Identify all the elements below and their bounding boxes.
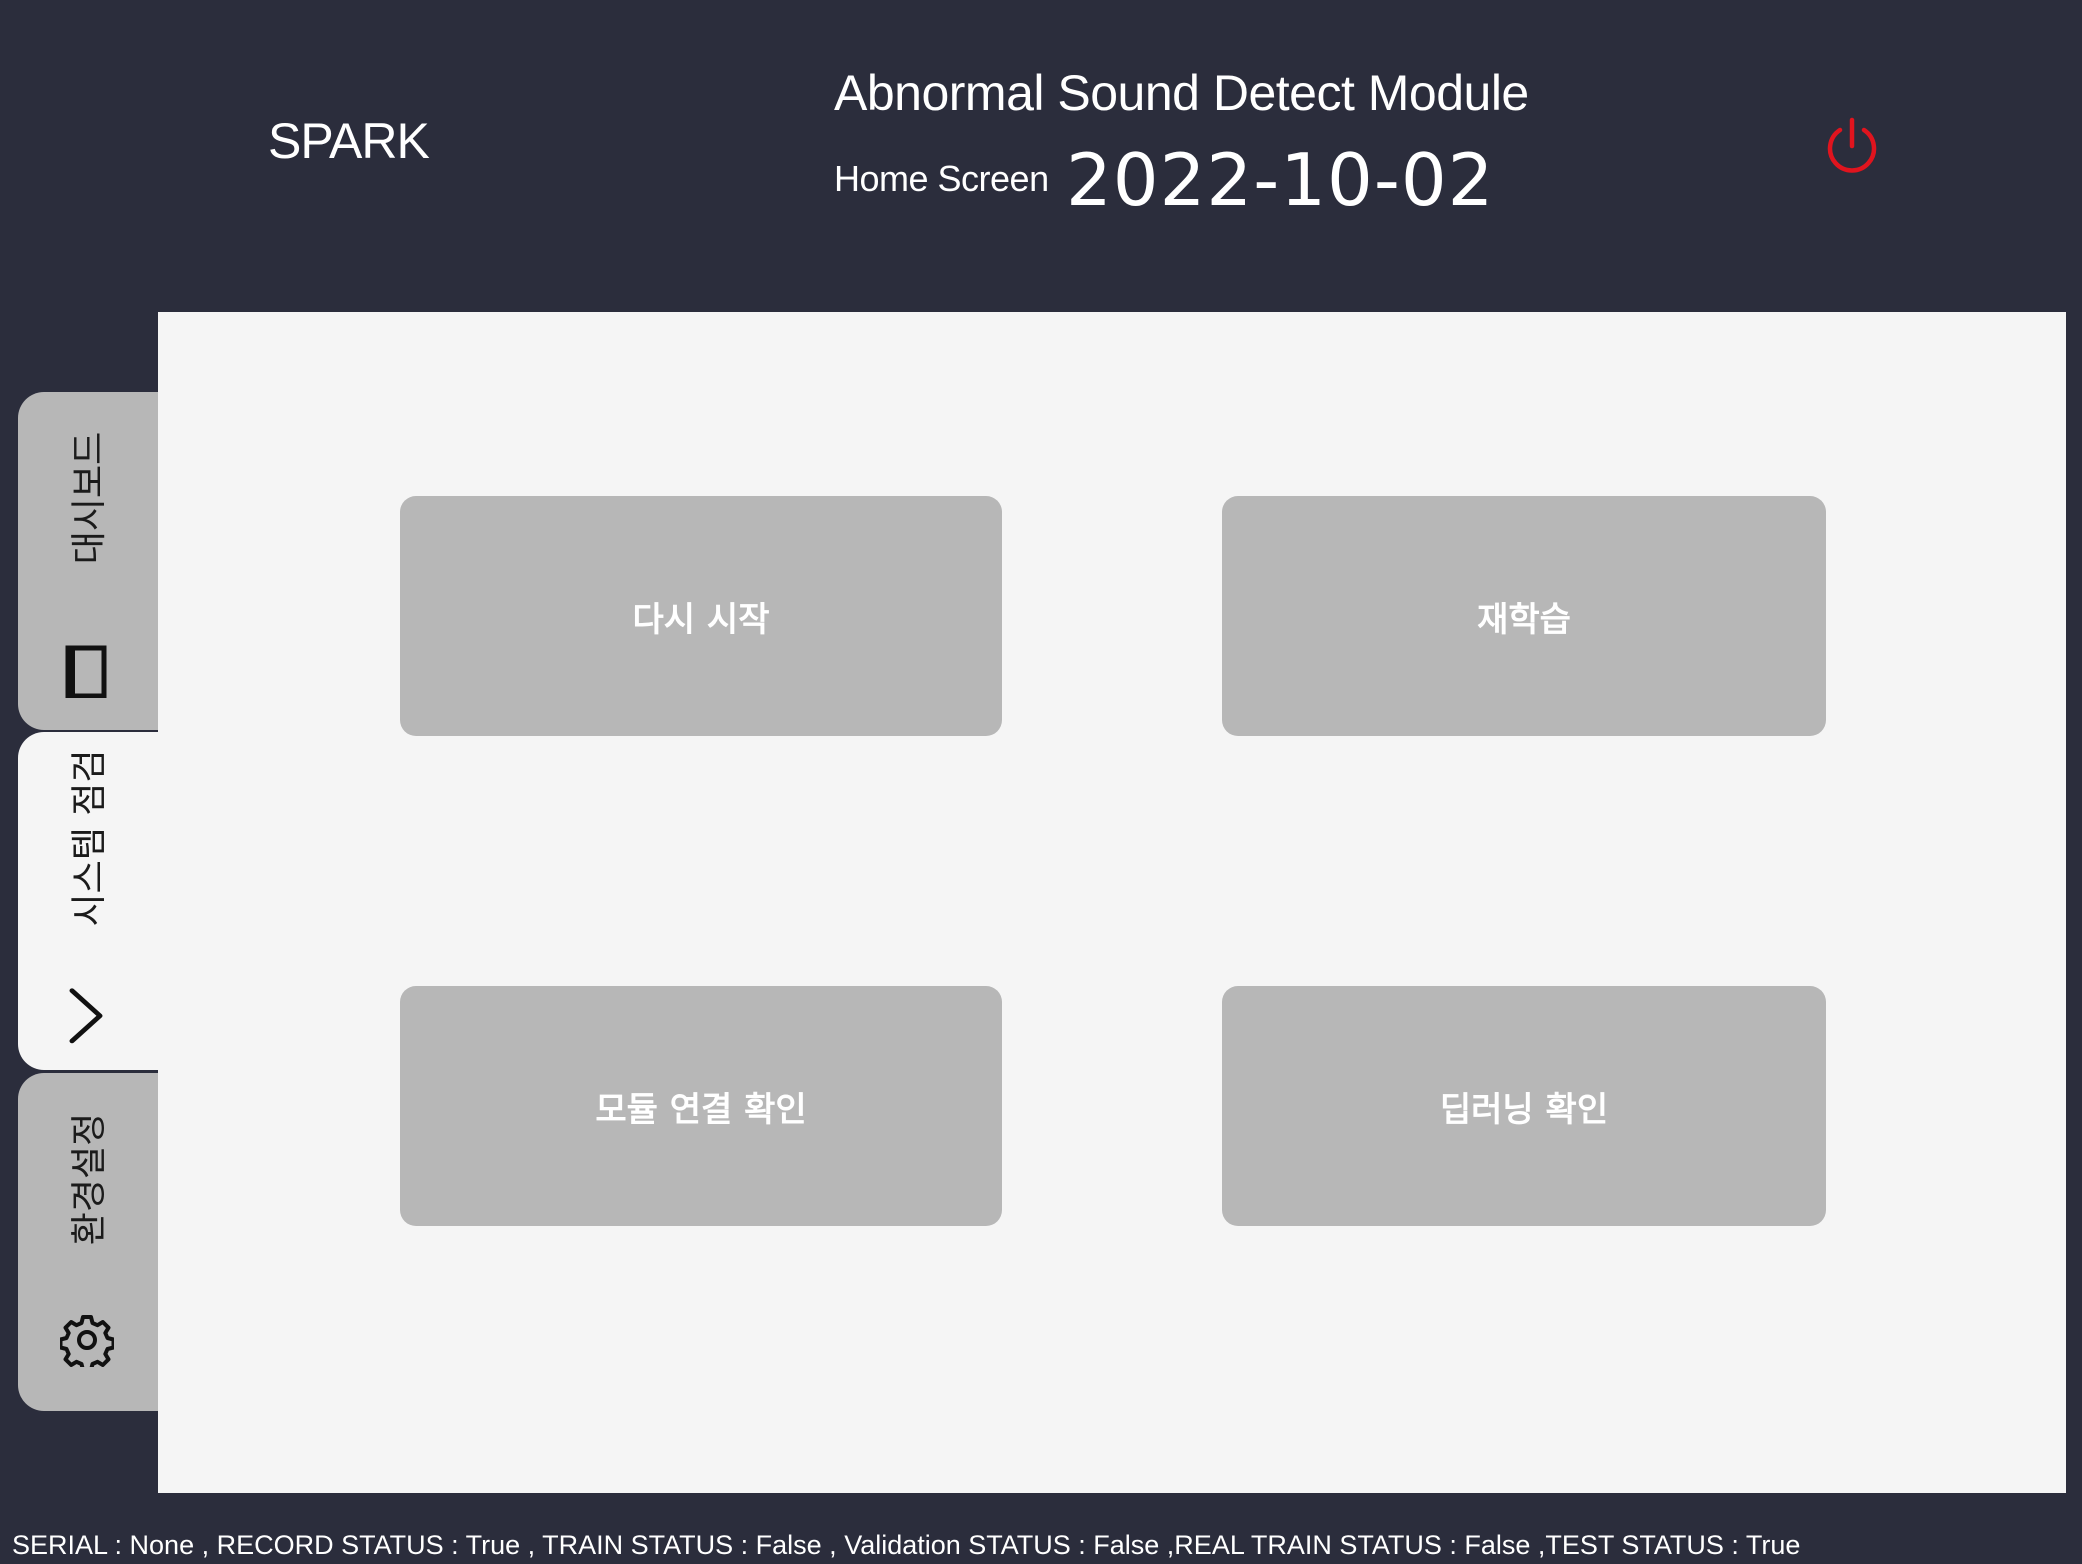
page-title: Home Screen xyxy=(834,158,1049,199)
sidebar-tab-label: 대시보드 xyxy=(69,431,110,565)
power-icon xyxy=(1827,117,1877,173)
status-bar-text: SERIAL : None , RECORD STATUS : True , T… xyxy=(12,1530,1801,1560)
sidebar-tab-dashboard[interactable]: 대시보드 xyxy=(18,392,160,730)
power-button[interactable] xyxy=(1822,114,1882,178)
sidebar-tab-label: 시스템 점검 xyxy=(69,749,110,927)
sidebar-tab-label: 환경설정 xyxy=(69,1112,110,1246)
main-content-panel: 다시 시작 재학습 모듈 연결 확인 딥러닝 확인 xyxy=(158,312,2066,1493)
deep-learning-check-button[interactable]: 딥러닝 확인 xyxy=(1222,986,1826,1226)
sidebar-tab-settings[interactable]: 환경설정 xyxy=(18,1073,160,1411)
dashboard-window-icon xyxy=(65,645,107,698)
chevron-right-icon xyxy=(69,988,103,1044)
retrain-button[interactable]: 재학습 xyxy=(1222,496,1826,736)
brand-logo-text: SPARK xyxy=(268,113,430,169)
app-title: Abnormal Sound Detect Module xyxy=(834,65,1529,121)
sidebar-tab-system-check[interactable]: 시스템 점검 xyxy=(18,732,160,1070)
gear-icon xyxy=(60,1315,114,1367)
restart-button[interactable]: 다시 시작 xyxy=(400,496,1002,736)
current-date: 2022-10-02 xyxy=(1066,138,1495,222)
module-connection-check-button[interactable]: 모듈 연결 확인 xyxy=(400,986,1002,1226)
